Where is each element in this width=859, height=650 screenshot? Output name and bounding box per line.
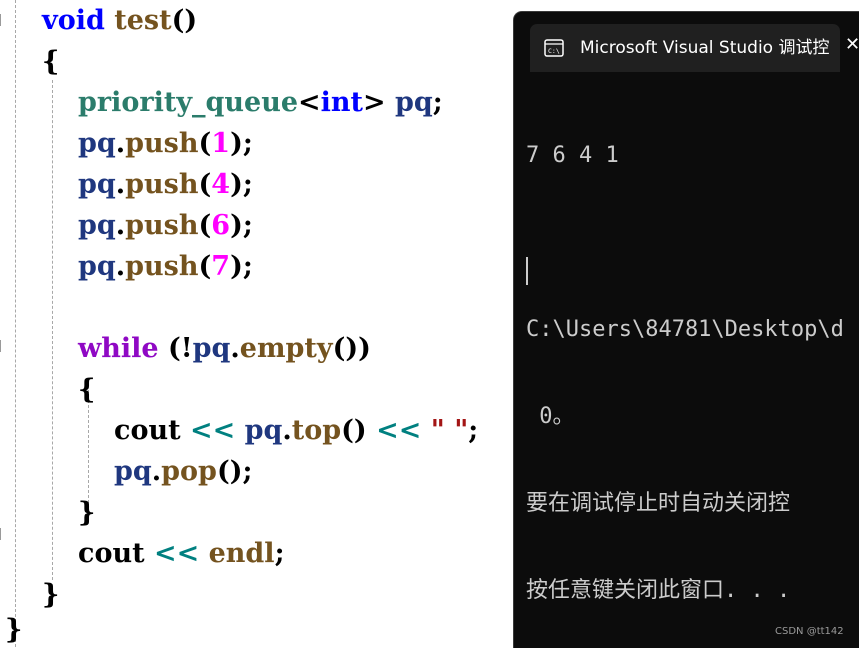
code-line-5[interactable]: pq.push(4); — [78, 164, 253, 205]
code-token: push — [125, 169, 199, 200]
code-token: ); — [230, 210, 253, 241]
code-token: ( — [198, 210, 212, 241]
fold-marker[interactable] — [0, 528, 6, 540]
code-line-9[interactable]: { — [78, 369, 95, 410]
console-titlebar[interactable]: C:\ Microsoft Visual Studio 调试控 ✕ — [514, 12, 859, 72]
code-token: ); — [230, 251, 253, 282]
code-token: while — [78, 333, 159, 364]
code-token: << — [180, 415, 245, 446]
code-token: 1 — [211, 128, 231, 159]
code-token: " " — [430, 415, 469, 446]
code-token: . — [115, 251, 126, 282]
fold-marker[interactable] — [0, 340, 6, 352]
code-token: << — [366, 415, 431, 446]
code-line-7[interactable]: pq.push(7); — [78, 246, 253, 287]
code-token: . — [151, 456, 162, 487]
code-token: { — [42, 46, 60, 77]
code-token: } — [5, 614, 23, 645]
code-token: ( — [198, 251, 212, 282]
watermark: CSDN @tt142 — [775, 626, 844, 637]
code-token: push — [125, 128, 199, 159]
code-line-13[interactable]: cout << endl; — [78, 533, 285, 574]
code-token: . — [115, 210, 126, 241]
svg-text:C:\: C:\ — [548, 47, 560, 55]
code-token: cout — [114, 415, 181, 446]
code-token: pq — [244, 415, 283, 446]
code-token: } — [42, 579, 60, 610]
code-token: priority_queue — [78, 87, 299, 118]
code-token: pq — [192, 333, 231, 364]
code-token: ( — [198, 128, 212, 159]
gutter-divider — [15, 0, 16, 647]
code-line-2[interactable]: { — [42, 41, 59, 82]
code-token: 6 — [211, 210, 231, 241]
code-token: pq — [78, 128, 116, 159]
code-token: > — [363, 87, 386, 118]
code-token: << — [144, 538, 209, 569]
console-window[interactable]: C:\ Microsoft Visual Studio 调试控 ✕ 7 6 4 … — [513, 11, 859, 648]
code-line-3[interactable]: priority_queue<int> pq; — [78, 82, 443, 123]
code-token: void — [42, 5, 105, 36]
code-token: int — [320, 87, 363, 118]
code-line-12[interactable]: } — [78, 492, 95, 533]
code-token: endl — [208, 538, 275, 569]
code-line-10[interactable]: cout << pq.top() << " "; — [114, 410, 478, 451]
code-token: ( — [198, 169, 212, 200]
text-cursor — [526, 257, 528, 285]
code-token: { — [78, 374, 96, 405]
console-output[interactable]: 7 6 4 1 C:\Users\84781\Desktop\d 0。 要在调试… — [526, 83, 859, 648]
code-token: pq — [78, 169, 116, 200]
code-token: pq — [78, 210, 116, 241]
code-token: . — [230, 333, 240, 364]
code-line-15[interactable]: } — [5, 609, 22, 650]
code-token: 4 — [211, 169, 231, 200]
console-tab-title: Microsoft Visual Studio 调试控 — [580, 38, 830, 58]
code-token: (! — [158, 333, 193, 364]
code-token: ()) — [332, 333, 371, 364]
code-token: 7 — [211, 251, 231, 282]
terminal-icon: C:\ — [544, 39, 564, 57]
code-token: < — [298, 87, 321, 118]
code-token: push — [125, 251, 199, 282]
close-icon[interactable]: ✕ — [845, 35, 859, 55]
code-token: ; — [274, 538, 285, 569]
code-line-8[interactable]: while (!pq.empty()) — [78, 328, 371, 369]
fold-marker[interactable] — [0, 14, 6, 26]
code-token: ; — [432, 87, 443, 118]
console-tab[interactable]: C:\ Microsoft Visual Studio 调试控 — [530, 24, 840, 72]
console-output-line: 要在调试停止时自动关闭控 — [526, 491, 791, 516]
code-token: (); — [216, 456, 253, 487]
code-token: push — [125, 210, 199, 241]
code-token: ); — [230, 169, 253, 200]
console-output-line: 0。 — [526, 404, 575, 429]
code-token: pq — [78, 251, 116, 282]
code-token: pop — [161, 456, 217, 487]
code-token: empty — [239, 333, 333, 364]
code-token: ; — [468, 415, 479, 446]
code-token: top — [291, 415, 342, 446]
code-token: } — [78, 497, 96, 528]
code-token: pq — [395, 87, 433, 118]
code-token: . — [115, 128, 126, 159]
console-output-line: 按任意键关闭此窗口. . . — [526, 578, 791, 603]
indent-guide — [52, 80, 53, 580]
code-token: . — [282, 415, 292, 446]
code-token: ); — [230, 128, 253, 159]
code-line-14[interactable]: } — [42, 574, 59, 615]
code-token: test — [114, 5, 172, 36]
console-output-line: 7 6 4 1 — [526, 143, 619, 168]
code-token: pq — [114, 456, 152, 487]
code-line-1[interactable]: void test() — [42, 0, 197, 41]
code-line-4[interactable]: pq.push(1); — [78, 123, 253, 164]
code-token: () — [341, 415, 367, 446]
code-line-6[interactable]: pq.push(6); — [78, 205, 253, 246]
code-token: cout — [78, 538, 145, 569]
code-line-11[interactable]: pq.pop(); — [114, 451, 252, 492]
code-token: . — [115, 169, 126, 200]
console-output-line: C:\Users\84781\Desktop\d — [526, 317, 844, 342]
code-token: () — [171, 5, 198, 36]
